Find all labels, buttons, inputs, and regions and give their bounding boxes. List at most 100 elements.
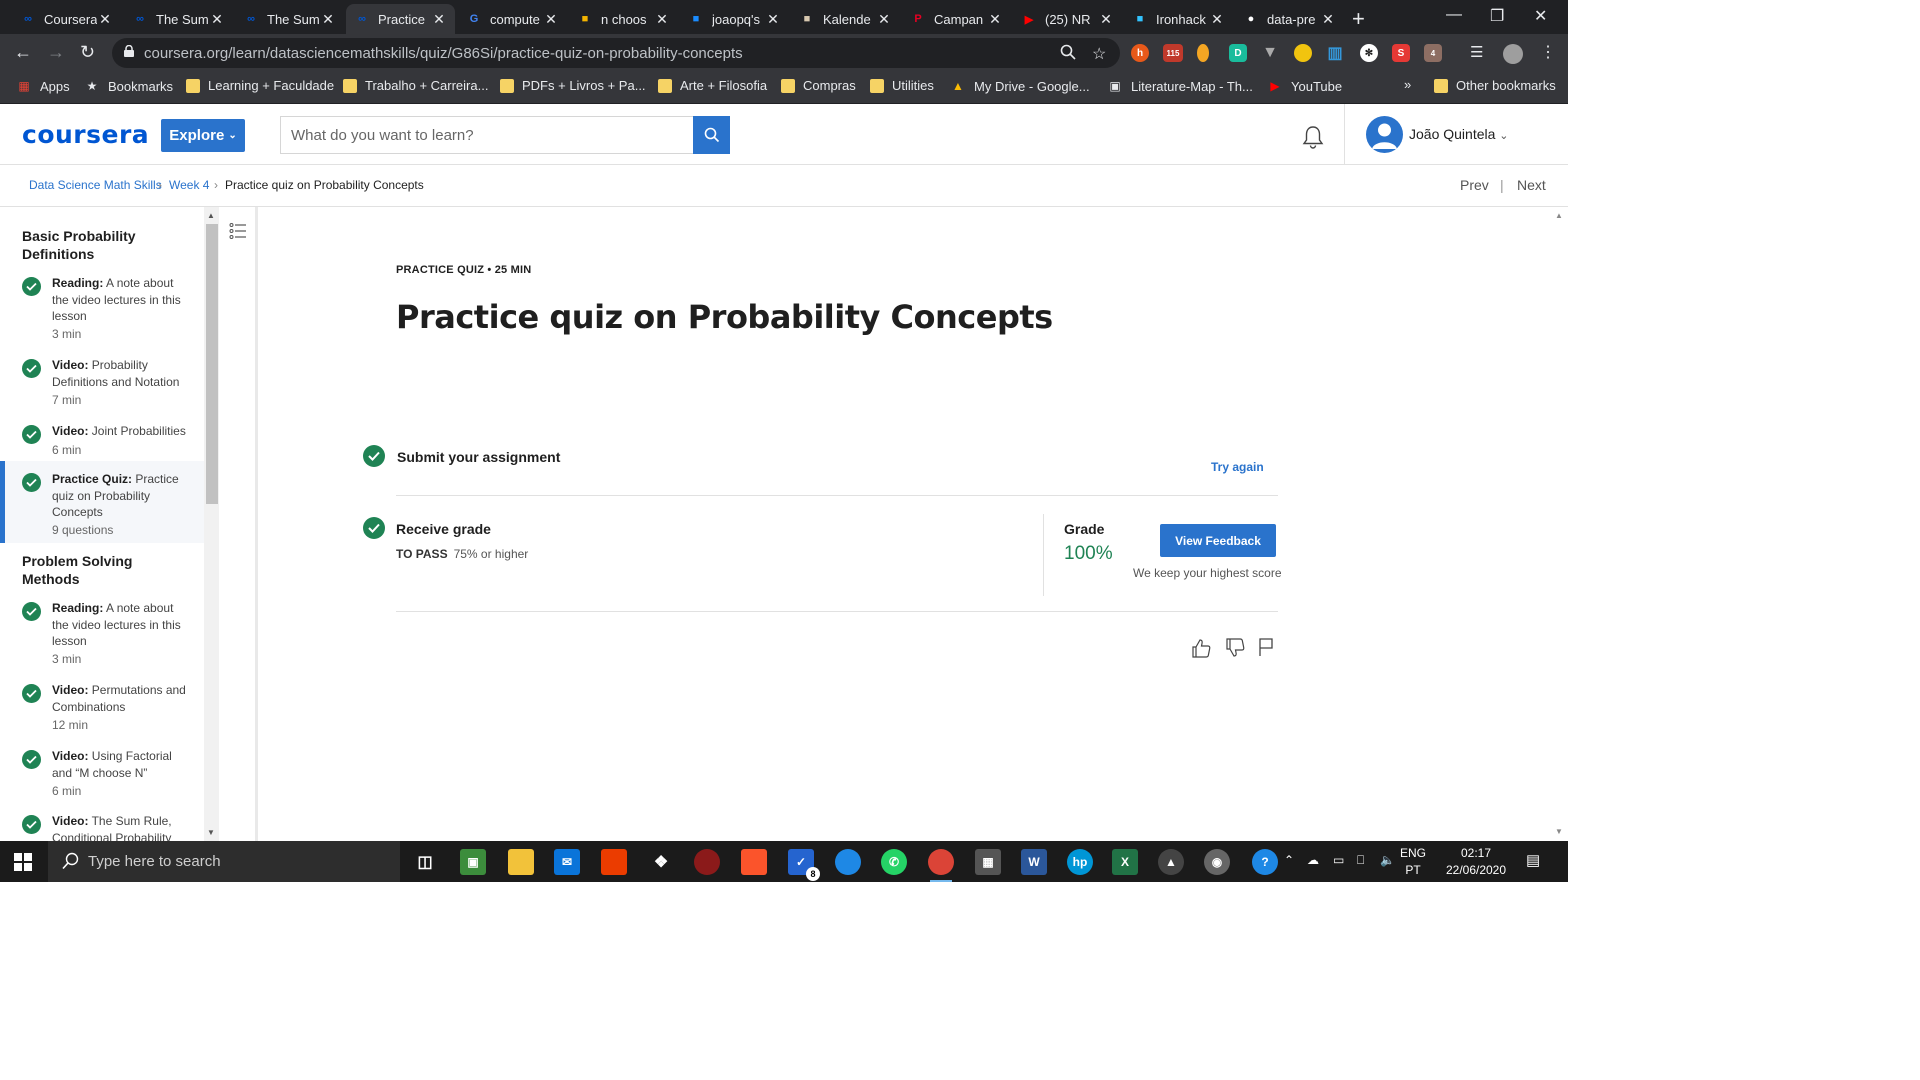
browser-tab[interactable]: ■ joaopq's ✕ bbox=[680, 4, 789, 34]
try-again-link[interactable]: Try again bbox=[1211, 460, 1264, 474]
bookmark-item[interactable]: ▣ Literature-Map - Th... bbox=[1107, 78, 1253, 94]
prev-link[interactable]: Prev bbox=[1460, 177, 1489, 193]
extension-soccer-icon[interactable]: ✻ bbox=[1360, 44, 1378, 62]
coursera-logo[interactable]: coursera bbox=[22, 120, 149, 149]
task-view-icon[interactable]: ◫ bbox=[412, 849, 438, 875]
extension-stats-icon[interactable]: ▥ bbox=[1326, 44, 1344, 62]
bookmark-item[interactable]: Learning + Faculdade bbox=[186, 78, 334, 93]
network-icon[interactable]: ⎕ bbox=[1357, 853, 1364, 868]
close-tab-icon[interactable]: ✕ bbox=[1209, 11, 1225, 28]
thumbs-down-icon[interactable] bbox=[1224, 637, 1246, 659]
extension-notes-icon[interactable]: 4 bbox=[1424, 44, 1442, 62]
volume-icon[interactable]: 🔈 bbox=[1380, 853, 1395, 867]
thumbs-up-icon[interactable] bbox=[1190, 637, 1212, 659]
browser-tab[interactable]: ∞ The Sum ✕ bbox=[235, 4, 344, 34]
extension-badge-icon[interactable]: 115 bbox=[1163, 44, 1183, 62]
close-tab-icon[interactable]: ✕ bbox=[543, 11, 559, 28]
browser-tab[interactable]: ∞ The Sum ✕ bbox=[124, 4, 233, 34]
list-toggle-icon[interactable] bbox=[229, 222, 247, 240]
bookmark-item[interactable]: Arte + Filosofia bbox=[658, 78, 767, 93]
view-feedback-button[interactable]: View Feedback bbox=[1160, 524, 1276, 557]
close-tab-icon[interactable]: ✕ bbox=[209, 11, 225, 28]
close-tab-icon[interactable]: ✕ bbox=[431, 11, 447, 28]
scroll-up-arrow-icon[interactable]: ▲ bbox=[207, 211, 215, 220]
sidebar-scrollbar-thumb[interactable] bbox=[206, 224, 218, 504]
browser-tab[interactable]: ■ n choos ✕ bbox=[569, 4, 678, 34]
system-clock[interactable]: 02:17 22/06/2020 bbox=[1440, 845, 1512, 879]
extension-lightbulb-icon[interactable] bbox=[1197, 44, 1209, 62]
close-tab-icon[interactable]: ✕ bbox=[1098, 11, 1114, 28]
breadcrumb-course-link[interactable]: Data Science Math Skills bbox=[29, 178, 162, 192]
browser-tab[interactable]: ● data-pre ✕ bbox=[1235, 4, 1344, 34]
edge-browser-icon[interactable] bbox=[835, 849, 861, 875]
back-arrow-icon[interactable]: ← bbox=[14, 42, 32, 63]
browser-tab[interactable]: ■ Ironhack ✕ bbox=[1124, 4, 1233, 34]
sidebar-item[interactable]: Reading: A note about the video lectures… bbox=[0, 275, 204, 341]
bookmark-star-icon[interactable]: ☆ bbox=[1092, 44, 1106, 64]
windows-start-icon[interactable] bbox=[14, 853, 32, 871]
onedrive-icon[interactable]: ☁ bbox=[1307, 853, 1319, 867]
scroll-down-arrow-icon[interactable]: ▼ bbox=[1555, 827, 1563, 836]
bookmark-item[interactable]: Compras bbox=[781, 78, 856, 93]
scroll-up-arrow-icon[interactable]: ▲ bbox=[1555, 211, 1563, 220]
bookmark-item[interactable]: Utilities bbox=[870, 78, 934, 93]
media-control-icon[interactable]: ☰ bbox=[1470, 43, 1483, 61]
search-input[interactable]: What do you want to learn? bbox=[280, 116, 694, 154]
bookmarks-overflow-button[interactable]: » bbox=[1404, 77, 1411, 92]
zoom-icon[interactable] bbox=[1060, 44, 1076, 60]
new-tab-button[interactable]: + bbox=[1352, 6, 1365, 32]
battery-icon[interactable]: ▭ bbox=[1333, 853, 1344, 867]
brave-browser-icon[interactable] bbox=[741, 849, 767, 875]
dropbox-icon[interactable]: ❖ bbox=[648, 849, 674, 875]
sidebar-item[interactable]: Practice Quiz: Practice quiz on Probabil… bbox=[0, 461, 204, 543]
close-tab-icon[interactable]: ✕ bbox=[654, 11, 670, 28]
language-indicator[interactable]: ENG PT bbox=[1398, 845, 1428, 879]
sidebar-item[interactable]: Reading: A note about the video lectures… bbox=[0, 600, 204, 666]
close-tab-icon[interactable]: ✕ bbox=[876, 11, 892, 28]
user-avatar[interactable] bbox=[1366, 116, 1403, 153]
close-tab-icon[interactable]: ✕ bbox=[1320, 11, 1336, 28]
calculator-icon[interactable]: ▦ bbox=[975, 849, 1001, 875]
close-tab-icon[interactable]: ✕ bbox=[987, 11, 1003, 28]
photos-app-icon[interactable]: ▣ bbox=[460, 849, 486, 875]
browser-tab[interactable]: ∞ Coursera ✕ bbox=[12, 4, 121, 34]
bookmark-item[interactable]: ▲ My Drive - Google... bbox=[950, 78, 1090, 94]
whatsapp-icon[interactable]: ✆ bbox=[881, 849, 907, 875]
search-button[interactable] bbox=[693, 116, 730, 154]
breadcrumb-week-link[interactable]: Week 4 bbox=[169, 178, 209, 192]
close-tab-icon[interactable]: ✕ bbox=[97, 11, 113, 28]
reload-icon[interactable]: ↻ bbox=[80, 42, 95, 63]
user-name-dropdown[interactable]: João Quintela ⌄ bbox=[1409, 126, 1509, 142]
mail-app-icon[interactable]: ✉ bbox=[554, 849, 580, 875]
extension-speed-icon[interactable] bbox=[1294, 44, 1312, 62]
close-tab-icon[interactable]: ✕ bbox=[765, 11, 781, 28]
forward-arrow-icon[interactable]: → bbox=[47, 42, 65, 63]
notifications-center-icon[interactable]: ▤ bbox=[1526, 851, 1540, 869]
bookmark-item[interactable]: ▶ YouTube bbox=[1267, 78, 1342, 94]
profile-avatar-icon[interactable] bbox=[1503, 44, 1523, 64]
media-player-icon[interactable]: ◉ bbox=[1204, 849, 1230, 875]
browser-tab[interactable]: ▶ (25) NR ✕ bbox=[1013, 4, 1122, 34]
browser-tab[interactable]: ∞ Practice ✕ bbox=[346, 4, 455, 34]
bookmark-item[interactable]: ★ Bookmarks bbox=[84, 78, 173, 94]
explore-button[interactable]: Explore ⌄ bbox=[161, 119, 245, 152]
extension-filter-icon[interactable]: ▼ bbox=[1261, 44, 1279, 62]
tray-chevron-up-icon[interactable]: ⌃ bbox=[1284, 853, 1294, 867]
notification-bell-icon[interactable] bbox=[1300, 124, 1326, 150]
photo-viewer-icon[interactable]: ▲ bbox=[1158, 849, 1184, 875]
browser-tab[interactable]: Gcompute ✕ bbox=[458, 4, 567, 34]
chrome-browser-icon[interactable] bbox=[928, 849, 954, 882]
bookmark-item[interactable]: ▦ Apps bbox=[16, 78, 69, 94]
page-scrollbar[interactable]: ▲ ▼ bbox=[1551, 207, 1568, 841]
extension-honey-icon[interactable]: h bbox=[1131, 44, 1149, 62]
file-explorer-icon[interactable] bbox=[508, 849, 534, 875]
sidebar-item[interactable]: Video: The Sum Rule, Conditional Probabi… bbox=[0, 813, 204, 841]
other-bookmarks-folder[interactable]: Other bookmarks bbox=[1434, 78, 1556, 93]
sidebar-item[interactable]: Video: Permutations and Combinations 12 m… bbox=[0, 682, 204, 742]
scroll-down-arrow-icon[interactable]: ▼ bbox=[207, 828, 215, 837]
flag-icon[interactable] bbox=[1257, 637, 1275, 657]
minimize-button[interactable]: — bbox=[1446, 6, 1462, 24]
todo-app-icon[interactable]: ✓ 8 bbox=[788, 849, 820, 881]
bookmark-item[interactable]: PDFs + Livros + Pa... bbox=[500, 78, 646, 93]
next-link[interactable]: Next bbox=[1517, 177, 1546, 193]
